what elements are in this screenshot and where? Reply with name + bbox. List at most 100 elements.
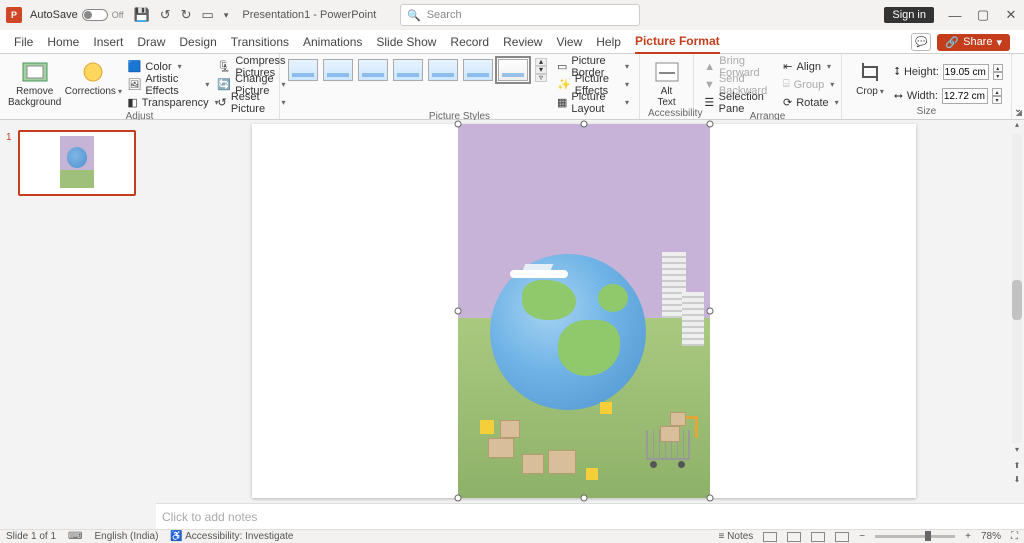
tab-record[interactable]: Record <box>450 35 489 53</box>
tab-review[interactable]: Review <box>503 35 542 53</box>
picture-layout-button[interactable]: ▦Picture Layout <box>555 94 631 111</box>
minimize-icon[interactable]: — <box>948 8 962 23</box>
size-dialog-launcher-icon[interactable]: ◢ <box>1016 108 1022 117</box>
slide-thumbnail-1[interactable]: 1 <box>18 130 136 196</box>
slide-thumbnails-pane[interactable]: 1 <box>0 120 156 529</box>
title-bar: P AutoSave Off 💾 ↺ ↻ ▭ ▾ Presentation1 -… <box>0 0 1024 30</box>
slide-canvas[interactable]: ▴ ▾ ⬆ ⬇ <box>156 120 1024 503</box>
alt-text-button[interactable]: Alt Text <box>648 58 685 108</box>
inserted-picture[interactable] <box>458 124 710 498</box>
close-icon[interactable]: ✕ <box>1004 7 1018 23</box>
fit-to-window-icon[interactable]: ⛶ <box>1011 531 1018 542</box>
document-title: Presentation1 - PowerPoint <box>242 9 376 21</box>
transparency-button[interactable]: ◧Transparency <box>125 94 211 111</box>
undo-icon[interactable]: ↺ <box>160 7 171 23</box>
styles-gallery[interactable]: ▴▾▿ <box>288 58 547 82</box>
tab-file[interactable]: File <box>14 35 33 53</box>
width-input[interactable] <box>942 88 988 104</box>
align-button[interactable]: ⇤Align <box>781 58 833 75</box>
crop-button[interactable]: Crop <box>850 58 890 97</box>
notes-pane[interactable]: Click to add notes <box>156 503 1024 529</box>
selection-handle[interactable] <box>581 495 588 502</box>
reset-picture-button[interactable]: ↺Reset Picture <box>215 94 287 111</box>
present-icon[interactable]: ▭ <box>202 7 214 23</box>
vertical-scrollbar[interactable]: ▴ ▾ ⬆ ⬇ <box>1010 120 1024 503</box>
tab-animations[interactable]: Animations <box>303 35 362 53</box>
slideshow-view-icon[interactable] <box>835 532 849 542</box>
save-icon[interactable]: 💾 <box>134 7 150 23</box>
sorter-view-icon[interactable] <box>787 532 801 542</box>
style-thumb[interactable] <box>393 59 423 81</box>
layout-icon: ▦ <box>557 96 567 110</box>
scrollbar-thumb[interactable] <box>1012 280 1022 320</box>
tab-transitions[interactable]: Transitions <box>231 35 289 53</box>
style-thumb[interactable] <box>288 59 318 81</box>
redo-icon[interactable]: ↻ <box>181 7 192 23</box>
ribbon: Remove Background Corrections 🟦Color 🖼Ar… <box>0 54 1024 120</box>
style-thumb[interactable] <box>358 59 388 81</box>
restore-icon[interactable]: ▢ <box>976 7 990 23</box>
tab-draw[interactable]: Draw <box>137 35 165 53</box>
height-field[interactable]: ⭥ Height: ▴▾ <box>894 62 1003 82</box>
reading-view-icon[interactable] <box>811 532 825 542</box>
style-thumb-selected[interactable] <box>498 59 528 81</box>
crop-icon <box>856 60 884 84</box>
corrections-button[interactable]: Corrections <box>65 58 121 97</box>
gallery-scroll[interactable]: ▴▾▿ <box>535 58 547 82</box>
notes-toggle[interactable]: ≡ Notes <box>719 531 754 542</box>
language-indicator[interactable]: English (India) <box>94 531 158 542</box>
normal-view-icon[interactable] <box>763 532 777 542</box>
tab-view[interactable]: View <box>556 35 582 53</box>
signin-button[interactable]: Sign in <box>884 7 934 23</box>
selection-handle[interactable] <box>581 121 588 128</box>
qat-more-icon[interactable]: ▾ <box>224 10 229 21</box>
style-thumb[interactable] <box>428 59 458 81</box>
zoom-out-icon[interactable]: − <box>859 531 865 542</box>
zoom-slider[interactable] <box>875 535 955 538</box>
slide-indicator[interactable]: Slide 1 of 1 <box>6 531 56 542</box>
share-button[interactable]: 🔗 Share ▾ <box>937 34 1010 51</box>
slide[interactable] <box>252 124 916 498</box>
group-icon: ⌸ <box>783 78 790 92</box>
selection-handle[interactable] <box>707 121 714 128</box>
artistic-effects-button[interactable]: 🖼Artistic Effects <box>125 76 211 93</box>
tab-home[interactable]: Home <box>47 35 79 53</box>
rotate-button[interactable]: ⟳Rotate <box>781 94 833 111</box>
style-thumb[interactable] <box>463 59 493 81</box>
tab-help[interactable]: Help <box>596 35 621 53</box>
autosave-toggle[interactable]: AutoSave Off <box>30 9 124 21</box>
style-thumb[interactable] <box>323 59 353 81</box>
tab-picture-format[interactable]: Picture Format <box>635 34 720 54</box>
workspace: 1 <box>0 120 1024 529</box>
height-input[interactable] <box>943 64 989 80</box>
selection-handle[interactable] <box>707 308 714 315</box>
change-icon: 🔄 <box>217 78 231 92</box>
search-box[interactable]: 🔍 Search <box>400 4 640 26</box>
remove-background-button[interactable]: Remove Background <box>8 58 61 108</box>
toggle-switch-icon[interactable] <box>82 9 108 21</box>
selection-handle[interactable] <box>455 308 462 315</box>
search-icon: 🔍 <box>407 9 421 22</box>
width-field[interactable]: ⭤ Width: ▴▾ <box>894 86 1003 106</box>
notes-btn-label: Notes <box>727 531 753 542</box>
align-icon: ⇤ <box>783 60 793 74</box>
height-label: Height: <box>904 66 939 78</box>
tab-insert[interactable]: Insert <box>93 35 123 53</box>
tab-design[interactable]: Design <box>179 35 216 53</box>
selection-pane-button[interactable]: ☰Selection Pane <box>702 94 777 111</box>
selection-handle[interactable] <box>455 495 462 502</box>
selection-handle[interactable] <box>455 121 462 128</box>
selection-handle[interactable] <box>707 495 714 502</box>
compress-icon: 🗜 <box>217 60 231 74</box>
group-adjust: Remove Background Corrections 🟦Color 🖼Ar… <box>0 54 280 119</box>
tab-slide-show[interactable]: Slide Show <box>376 35 436 53</box>
accessibility-status[interactable]: ♿ Accessibility: Investigate <box>170 531 293 542</box>
rotate-icon: ⟳ <box>783 96 792 110</box>
height-spinner[interactable]: ▴▾ <box>993 64 1003 80</box>
spellcheck-icon[interactable]: ⌨ <box>68 531 82 542</box>
slide-number: 1 <box>6 132 12 143</box>
zoom-in-icon[interactable]: + <box>965 531 971 542</box>
zoom-level[interactable]: 78% <box>981 531 1001 542</box>
comments-icon[interactable]: 💬 <box>911 33 931 51</box>
width-spinner[interactable]: ▴▾ <box>992 88 1002 104</box>
